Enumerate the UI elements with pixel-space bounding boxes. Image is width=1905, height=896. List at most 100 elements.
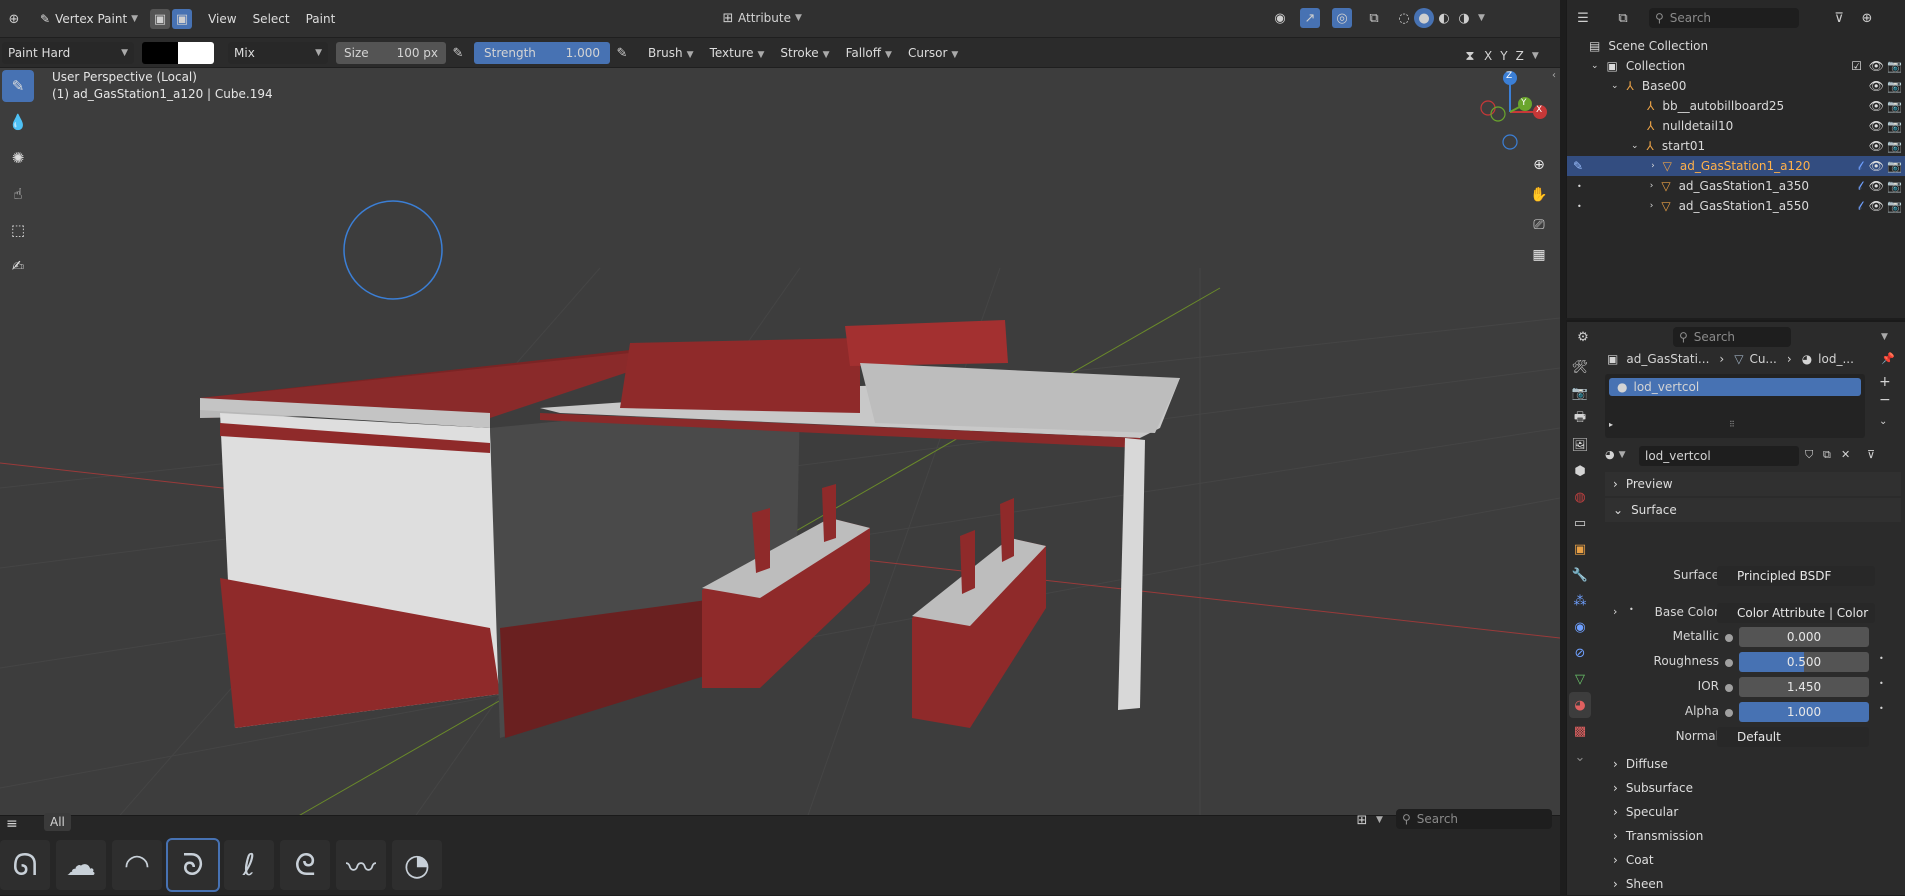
preview-panel-header[interactable]: › Preview (1605, 472, 1901, 496)
zoom-icon[interactable]: ⊕ (1526, 152, 1552, 178)
properties-editor-icon[interactable]: ⚙ (1573, 327, 1593, 347)
ior-field[interactable]: 1.450 (1739, 677, 1869, 697)
resize-handle-icon[interactable]: ⠿ (1729, 420, 1735, 429)
keyframe-dot-icon[interactable]: • (1879, 704, 1884, 713)
properties-search-input[interactable]: ⚲ Search (1673, 327, 1791, 347)
chevron-right-icon[interactable]: › (1613, 605, 1617, 618)
shelf-display-dropdown[interactable]: ⊞ ▼ (1352, 810, 1383, 830)
material-slot-item[interactable]: ● lod_vertcol (1609, 378, 1861, 396)
subsurface-panel-header[interactable]: › Subsurface (1605, 776, 1901, 800)
surface-shader-field[interactable]: Principled BSDF (1717, 566, 1875, 586)
expand-icon[interactable]: ▸ (1609, 420, 1613, 429)
pressure-strength-icon[interactable]: ✎ (612, 43, 632, 63)
tool-tab-icon[interactable]: 🛠 (1569, 354, 1591, 380)
smear-tool-icon[interactable]: ☝ (2, 178, 34, 210)
eye-icon[interactable]: 👁 (1869, 119, 1884, 133)
metallic-field[interactable]: 0.000 (1739, 627, 1869, 647)
collection-tab-icon[interactable]: ▭ (1569, 510, 1591, 536)
unlink-icon[interactable]: ✕ (1841, 448, 1850, 461)
view-layer-tab-icon[interactable]: 🖼 (1569, 432, 1591, 458)
roughness-field[interactable]: 0.500 (1739, 652, 1869, 672)
outliner-row-autobillboard[interactable]: ⅄ bb__autobillboard25 👁 📷 (1567, 96, 1905, 116)
grid-view-icon[interactable]: ▦ (1526, 242, 1552, 268)
xray-icon[interactable]: ⧉ (1364, 8, 1384, 28)
annotate-tool-icon[interactable]: ✍ (2, 250, 34, 282)
data-tab-icon[interactable]: ▽ (1569, 666, 1591, 692)
view-menu[interactable]: View (200, 12, 244, 26)
material-shading-icon[interactable]: ◐ (1434, 8, 1454, 28)
base-color-field[interactable]: Color Attribute | Color (1717, 603, 1875, 623)
object-tab-icon[interactable]: ▣ (1569, 536, 1591, 562)
chevron-right-icon[interactable]: › (1650, 181, 1654, 191)
solid-shading-icon[interactable]: ● (1414, 8, 1434, 28)
blur-brush-icon[interactable]: ◠ (112, 840, 162, 890)
gizmo-icon[interactable]: ↗ (1300, 8, 1320, 28)
camera-icon[interactable]: 📷 (1887, 79, 1902, 93)
alpha-field[interactable]: 1.000 (1739, 702, 1869, 722)
coat-panel-header[interactable]: › Coat (1605, 848, 1901, 872)
add-slot-icon[interactable]: + (1879, 374, 1891, 390)
outliner-search-input[interactable]: ⚲ Search (1649, 8, 1799, 28)
diffuse-panel-header[interactable]: › Diffuse (1605, 752, 1901, 776)
brush-selector[interactable]: Paint Hard ▼ (2, 42, 134, 64)
physics-tab-icon[interactable]: ◉ (1569, 614, 1591, 640)
stroke-menu[interactable]: Stroke ▼ (772, 46, 837, 60)
paint-soft-brush-icon[interactable]: ℓ (224, 840, 274, 890)
airbrush-icon[interactable]: ☁ (56, 840, 106, 890)
keyframe-dot-icon[interactable]: • (1879, 654, 1884, 663)
shelf-menu-icon[interactable]: ≡ (6, 816, 18, 832)
chevron-down-icon[interactable]: ▼ (1478, 13, 1485, 23)
attribute-dropdown[interactable]: ⊞ Attribute ▼ (718, 8, 802, 28)
eye-icon[interactable]: 👁 (1869, 59, 1884, 73)
blur-tool-icon[interactable]: 💧 (2, 106, 34, 138)
brush-menu[interactable]: Brush ▼ (640, 46, 702, 60)
draw-tool-icon[interactable]: ✎ (2, 70, 34, 102)
paint-soft-pressure-brush-icon[interactable]: ◔ (392, 840, 442, 890)
primary-color-swatch[interactable] (142, 42, 178, 64)
chevron-down-icon[interactable]: ▼ (1881, 332, 1888, 342)
box-select-tool-icon[interactable]: ⬚ (2, 214, 34, 246)
mirror-x-toggle[interactable]: X (1480, 49, 1496, 63)
blend-mode-dropdown[interactable]: Mix ▼ (228, 42, 328, 64)
material-browse-icon[interactable]: ◕ (1605, 448, 1615, 461)
world-tab-icon[interactable]: ◍ (1569, 484, 1591, 510)
outliner-row-gasstation-a350[interactable]: • › ▽ ad_GasStation1_a350 𝓁 👁 📷 (1567, 176, 1905, 196)
mirror-y-toggle[interactable]: Y (1496, 49, 1511, 63)
camera-icon[interactable]: 📷 (1887, 159, 1902, 173)
strength-field[interactable]: Strength 1.000 (474, 42, 610, 64)
filter-icon[interactable]: ⊽ (1829, 8, 1849, 28)
new-collection-icon[interactable]: ⊕ (1857, 8, 1877, 28)
outliner-row-start01[interactable]: ⌄ ⅄ start01 👁 📷 (1567, 136, 1905, 156)
normal-field[interactable]: Default (1717, 727, 1869, 747)
output-tab-icon[interactable]: 🖶 (1569, 406, 1591, 432)
outliner-row-scene-collection[interactable]: ▤ Scene Collection (1567, 36, 1905, 56)
texture-menu[interactable]: Texture ▼ (702, 46, 773, 60)
3d-viewport[interactable]: User Perspective (Local) (1) ad_GasStati… (0, 68, 1560, 838)
specular-panel-header[interactable]: › Specular (1605, 800, 1901, 824)
render-tab-icon[interactable]: 📷 (1569, 380, 1591, 406)
sheen-panel-header[interactable]: › Sheen (1605, 872, 1901, 896)
rendered-shading-icon[interactable]: ◑ (1454, 8, 1474, 28)
chevron-down-icon[interactable]: ⌄ (1591, 61, 1599, 71)
chevron-down-icon[interactable]: ▼ (1619, 450, 1626, 460)
eye-icon[interactable]: 👁 (1869, 199, 1884, 213)
camera-icon[interactable]: ⎚ (1526, 212, 1552, 238)
outliner-row-gasstation-a550[interactable]: • › ▽ ad_GasStation1_a550 𝓁 👁 📷 (1567, 196, 1905, 216)
material-name-field[interactable]: lod_vertcol (1639, 446, 1799, 466)
editor-type-icon[interactable]: ⊕ (4, 9, 24, 29)
paint-blend-brush-icon[interactable]: ᘓ (280, 840, 330, 890)
mode-selector[interactable]: ✎ Vertex Paint ▼ (34, 8, 144, 30)
material-tab-icon[interactable]: ◕ (1569, 692, 1591, 718)
outliner-row-gasstation-a120[interactable]: ✎ › ▽ ad_GasStation1_a120 𝓁 👁 📷 (1567, 156, 1905, 176)
texture-tab-icon[interactable]: ▩ (1569, 718, 1591, 744)
scene-tab-icon[interactable]: ⬢ (1569, 458, 1591, 484)
visibility-icon[interactable]: ◉ (1270, 8, 1290, 28)
camera-icon[interactable]: 📷 (1887, 99, 1902, 113)
display-mode-icon[interactable]: ⧉ (1613, 8, 1633, 28)
vertex-paint-mode-icon[interactable]: ✎ (1573, 159, 1583, 173)
keyframe-dot-icon[interactable]: • (1879, 679, 1884, 688)
secondary-color-swatch[interactable] (178, 42, 214, 64)
outliner-editor-icon[interactable]: ☰ (1573, 8, 1593, 28)
outliner-row-nulldetail[interactable]: ⅄ nulldetail10 👁 📷 (1567, 116, 1905, 136)
chevron-down-icon[interactable]: ▼ (1532, 51, 1539, 61)
